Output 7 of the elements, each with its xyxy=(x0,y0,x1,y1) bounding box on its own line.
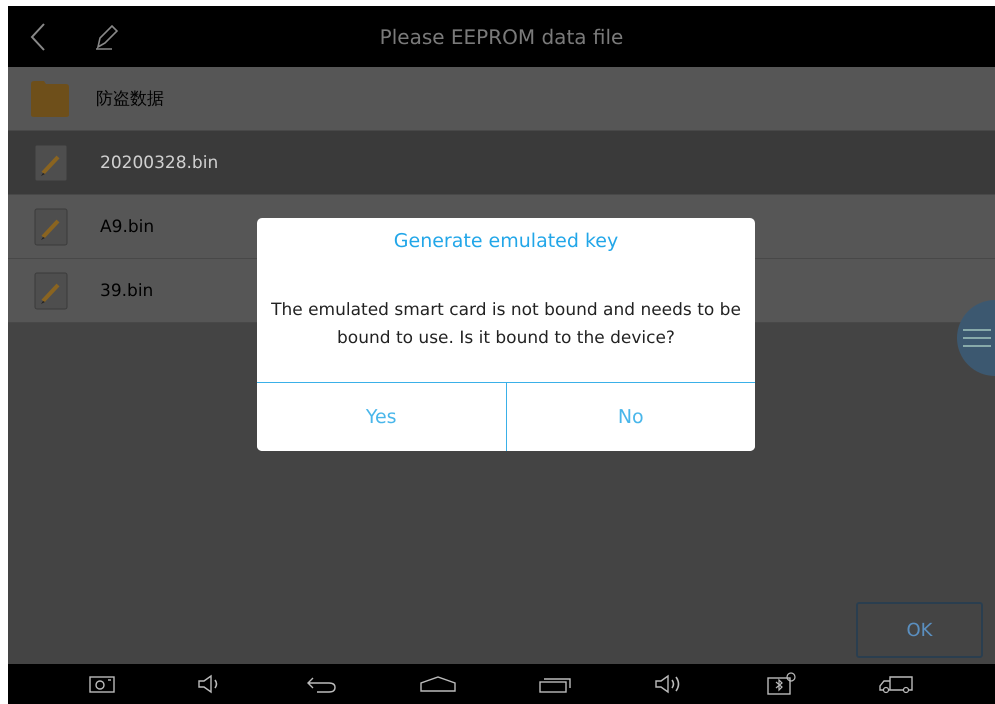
window-title: Please EEPROM data file xyxy=(378,24,624,48)
file-name: 20200328.bin xyxy=(100,152,218,172)
dialog-message: The emulated smart card is not bound and needs to be bound to use. Is it bound to the device? xyxy=(270,299,742,350)
file-name: 防盗数据 xyxy=(96,88,164,110)
dialog-title: Generate emulated key xyxy=(392,229,620,254)
file-name: 39.bin xyxy=(100,280,154,300)
file-name: A9.bin xyxy=(100,216,154,236)
